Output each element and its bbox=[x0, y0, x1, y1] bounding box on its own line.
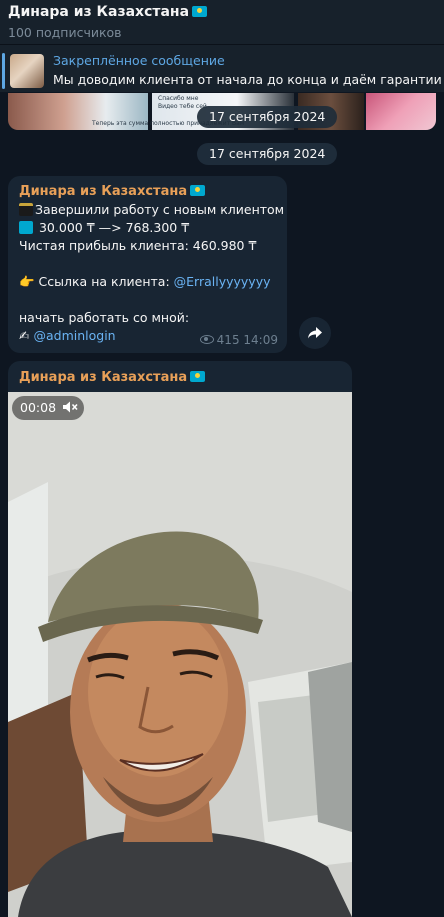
eye-icon bbox=[199, 335, 214, 344]
admin-link[interactable]: @adminlogin bbox=[33, 328, 115, 343]
view-count: 415 bbox=[216, 333, 240, 347]
muted-speaker-icon[interactable] bbox=[62, 400, 78, 414]
message-meta: 415 14:09 bbox=[199, 333, 278, 347]
share-arrow-icon bbox=[308, 327, 322, 339]
message-sender[interactable]: Динара из Казахстана bbox=[19, 369, 206, 387]
message-line: 30.000 ₸ —> 768.300 ₸ bbox=[19, 219, 277, 237]
chat-header[interactable]: Динара из Казахстана 100 подписчиков bbox=[0, 0, 444, 44]
share-button[interactable] bbox=[299, 317, 331, 349]
pinned-message-bar[interactable]: Закреплённое сообщение Мы доводим клиент… bbox=[0, 44, 444, 92]
video-duration[interactable]: 00:08 bbox=[12, 396, 85, 420]
pinned-label: Закреплённое сообщение bbox=[53, 53, 225, 68]
channel-title: Динара из Казахстана bbox=[8, 3, 436, 21]
writing-hand-icon: ✍ bbox=[19, 328, 30, 343]
kaaba-emoji-icon bbox=[19, 203, 33, 216]
client-link[interactable]: @Errallyyyyyyy bbox=[174, 274, 271, 289]
kazakhstan-flag-icon bbox=[190, 371, 206, 382]
video-message-bubble[interactable]: Динара из Казахстана 00:08 bbox=[8, 361, 352, 917]
message-line: начать работать со мной: bbox=[19, 310, 190, 325]
message-bubble[interactable]: Динара из Казахстана Завершили работу с … bbox=[8, 176, 287, 353]
video-player[interactable]: 00:08 bbox=[8, 392, 352, 917]
message-sender[interactable]: Динара из Казахстана bbox=[19, 183, 277, 201]
kazakhstan-flag-icon bbox=[190, 185, 206, 196]
kazakhstan-flag-icon bbox=[19, 221, 33, 234]
pointing-hand-icon: 👉 bbox=[19, 274, 35, 289]
subscriber-count: 100 подписчиков bbox=[8, 25, 122, 40]
message-line: Завершили работу с новым клиентом bbox=[19, 201, 284, 219]
video-frame bbox=[8, 392, 352, 917]
date-separator: 17 сентября 2024 bbox=[197, 143, 338, 165]
pinned-text: Мы доводим клиента от начала до конца и … bbox=[53, 72, 442, 87]
message-line: Чистая прибыль клиента: 460.980 ₸ bbox=[19, 238, 257, 253]
message-time: 14:09 bbox=[243, 333, 278, 347]
album-snippet: Спасибо мне bbox=[158, 95, 199, 102]
kazakhstan-flag-icon bbox=[192, 6, 208, 17]
album-photo[interactable] bbox=[366, 93, 436, 130]
pinned-indicator bbox=[2, 53, 5, 89]
message-line: 👉 Ссылка на клиента: @Errallyyyyyyy bbox=[19, 274, 271, 289]
album-date-badge: 17 сентября 2024 bbox=[197, 106, 338, 128]
pinned-thumbnail bbox=[10, 54, 44, 88]
